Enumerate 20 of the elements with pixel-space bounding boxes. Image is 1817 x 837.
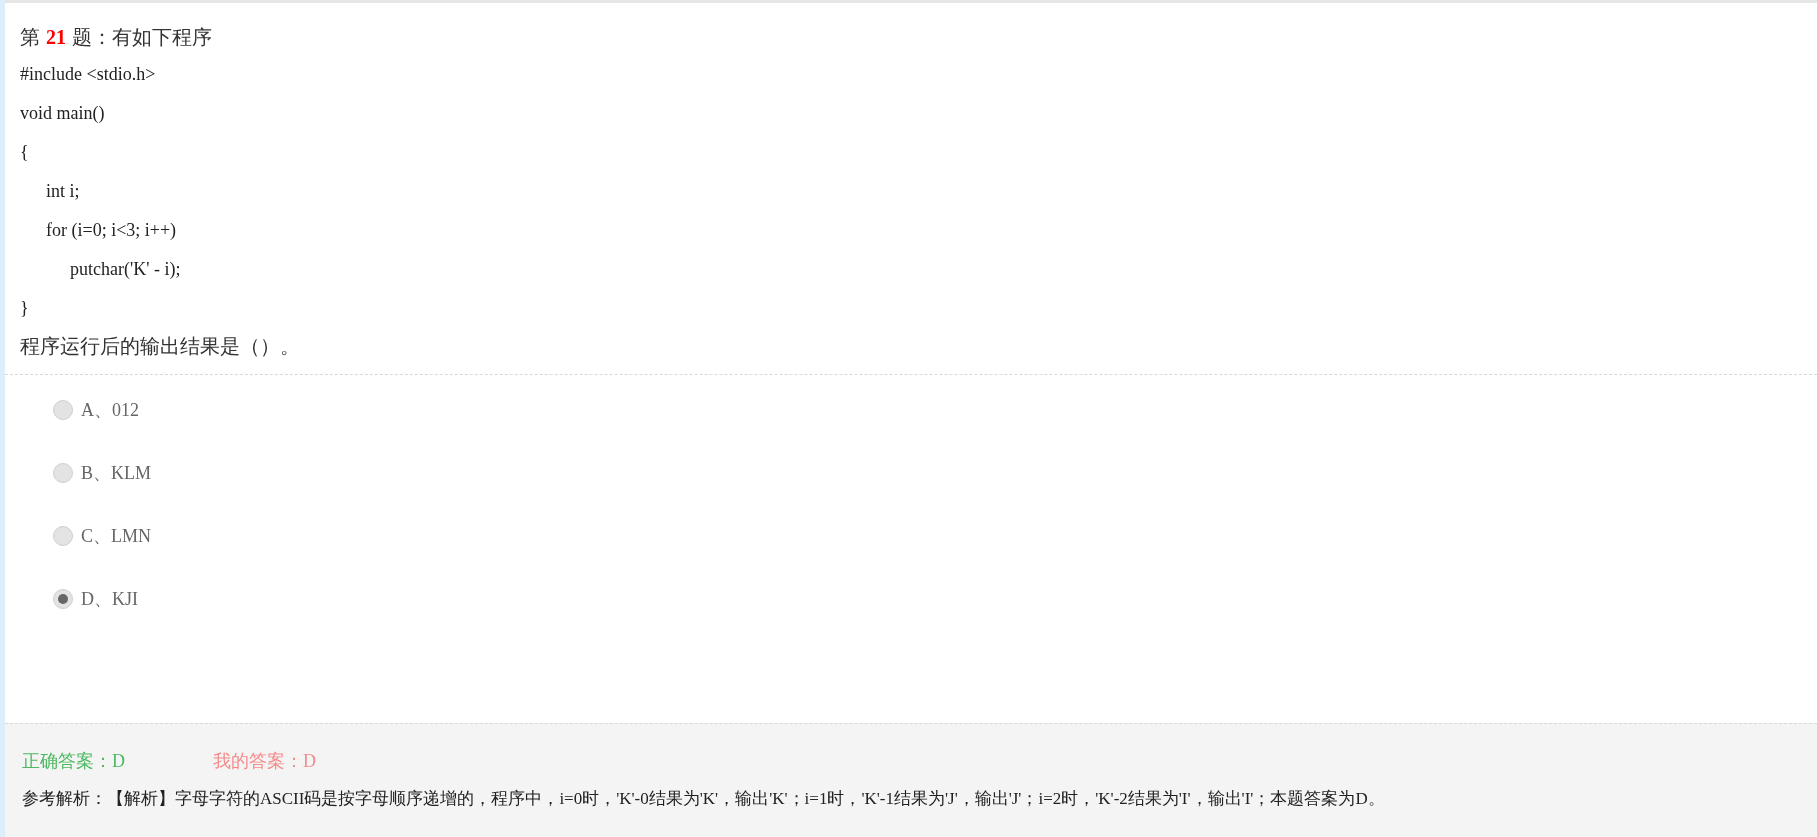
- question-title: 第 21 题：有如下程序: [20, 25, 212, 50]
- code-line: for (i=0; i<3; i++): [46, 219, 177, 242]
- radio-button[interactable]: [53, 526, 73, 546]
- code-line: void main(): [20, 102, 105, 125]
- question-prompt: 程序运行后的输出结果是（）。: [20, 334, 300, 359]
- answer-option[interactable]: A、012: [53, 395, 139, 425]
- code-line: #include <stdio.h>: [20, 63, 156, 86]
- code-line: int i;: [46, 180, 80, 203]
- radio-button[interactable]: [53, 400, 73, 420]
- answer-option[interactable]: C、LMN: [53, 521, 151, 551]
- correct-answer: 正确答案：D: [22, 749, 125, 773]
- code-line: }: [20, 297, 29, 320]
- code-line: {: [20, 141, 29, 164]
- answer-analysis: 参考解析：【解析】字母字符的ASCII码是按字母顺序递增的，程序中，i=0时，'K'-0结果为'K'，输出'K'；i=1时，'K'-1结果为'J'，输出'J'；i=2时，'K'-2结果为'I'，输出'I'；本题答案为D。: [22, 788, 1385, 810]
- answer-option[interactable]: D、KJI: [53, 584, 138, 614]
- radio-button[interactable]: [53, 463, 73, 483]
- radio-button[interactable]: [53, 589, 73, 609]
- code-line: putchar('K' - i);: [70, 258, 181, 281]
- my-answer: 我的答案：D: [213, 749, 316, 773]
- answer-option[interactable]: B、KLM: [53, 458, 151, 488]
